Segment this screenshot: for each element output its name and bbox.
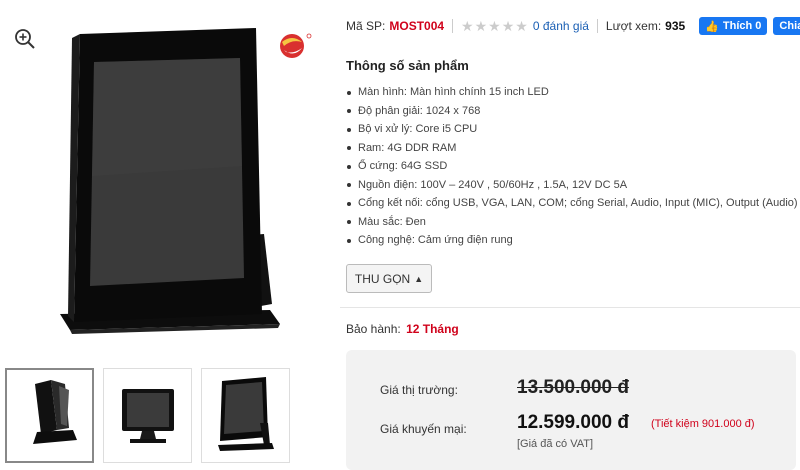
star-icon[interactable]: ★: [502, 18, 516, 34]
collapse-button[interactable]: THU GỌN ▲: [346, 264, 432, 293]
views-label: Lượt xem:: [605, 19, 662, 33]
spec-item: Ram: 4G DDR RAM: [346, 139, 798, 158]
like-label: Thích 0: [722, 20, 762, 32]
spec-item: Công nghệ: Cảm ứng điện rung: [346, 231, 798, 250]
section-divider: [340, 307, 800, 308]
views-count: 935: [665, 19, 686, 33]
spec-item: Bộ vi xử lý: Core i5 CPU: [346, 120, 798, 139]
chevron-up-icon: ▲: [414, 273, 424, 284]
specs-list: Màn hình: Màn hình chính 15 inch LED Độ …: [346, 83, 798, 250]
rating-stars[interactable]: ★★★★★: [461, 18, 529, 35]
vat-note: [Giá đã có VAT]: [517, 438, 594, 450]
reviews-link[interactable]: 0 đánh giá: [533, 19, 589, 33]
market-price: 13.500.000 đ: [517, 377, 629, 398]
facebook-like-button[interactable]: 👍 Thích 0: [699, 17, 768, 35]
divider: [596, 19, 598, 33]
collapse-label: THU GỌN: [354, 271, 411, 286]
star-icon[interactable]: ★: [488, 18, 502, 34]
star-icon[interactable]: ★: [461, 18, 475, 34]
specs-title: Thông số sản phẩm: [346, 58, 469, 73]
spec-item: Ổ cứng: 64G SSD: [346, 157, 798, 176]
spec-item: Nguồn điện: 100V – 240V , 50/60Hz , 1.5A…: [346, 176, 798, 195]
spec-item: Cổng kết nối: cổng USB, VGA, LAN, COM; c…: [346, 194, 798, 213]
divider: [452, 19, 454, 33]
warranty-label: Bảo hành:: [346, 322, 401, 336]
saving-amount: (Tiết kiệm 901.000 đ): [651, 418, 755, 430]
product-meta-row: Mã SP: MOST004 ★★★★★ 0 đánh giá Lượt xem…: [346, 16, 800, 36]
thumbnail-angle-view[interactable]: [201, 368, 290, 463]
sku-value: MOST004: [389, 19, 445, 33]
promo-price-label: Giá khuyến mại:: [380, 422, 467, 436]
promo-price: 12.599.000 đ: [517, 412, 629, 433]
facebook-share-button[interactable]: Chia sẻ: [773, 17, 800, 35]
star-icon[interactable]: ★: [515, 18, 529, 34]
zoom-in-icon[interactable]: [14, 28, 36, 50]
warranty-row: Bảo hành: 12 Tháng: [346, 322, 459, 336]
market-price-label: Giá thị trường:: [380, 383, 458, 397]
thumbs-up-icon: 👍: [705, 20, 719, 33]
price-box: Giá thị trường: 13.500.000 đ Giá khuyến …: [346, 350, 796, 470]
thumbnail-side-view[interactable]: [5, 368, 94, 463]
spec-item: Độ phân giải: 1024 x 768: [346, 102, 798, 121]
sku-label: Mã SP:: [346, 19, 386, 33]
warranty-value: 12 Tháng: [406, 322, 459, 336]
main-product-image[interactable]: [0, 0, 335, 350]
thumbnail-front-view[interactable]: [103, 368, 192, 463]
spec-item: Màn hình: Màn hình chính 15 inch LED: [346, 83, 798, 102]
star-icon[interactable]: ★: [475, 18, 489, 34]
spec-item: Màu sắc: Đen: [346, 213, 798, 232]
product-photo-monitor: [60, 28, 280, 334]
